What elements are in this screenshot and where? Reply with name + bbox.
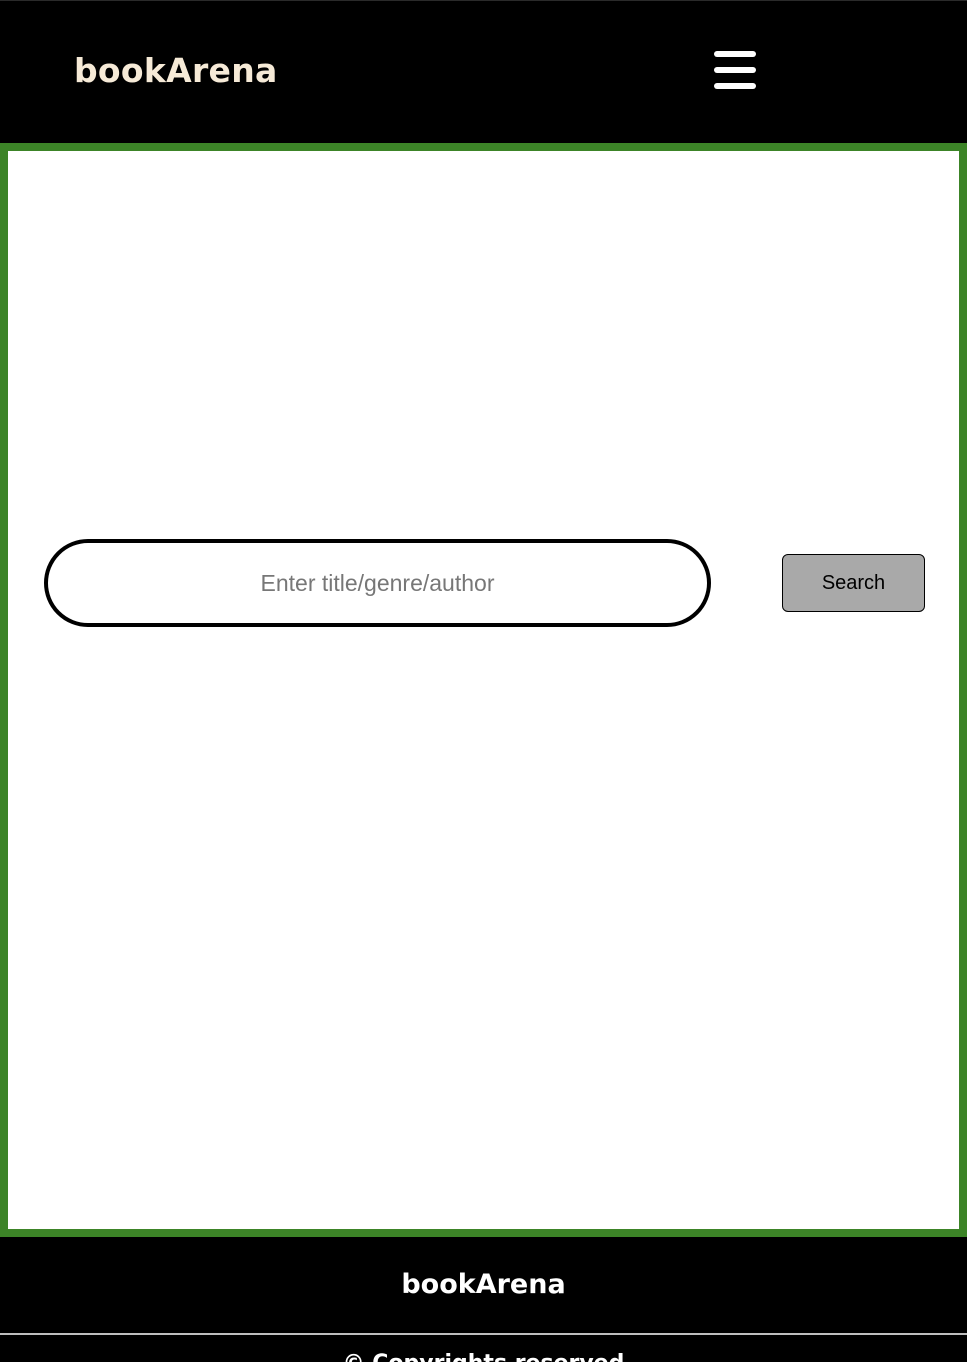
menu-bar-bottom: [714, 83, 756, 89]
search-input[interactable]: [44, 539, 711, 627]
menu-bar-middle: [714, 67, 756, 73]
main-content: [0, 143, 967, 1237]
search-button[interactable]: Search: [782, 554, 925, 612]
copyright-text: © Copyrights reserved: [0, 1351, 967, 1362]
footer: bookArena © Copyrights reserved: [0, 1237, 967, 1362]
brand-logo[interactable]: bookArena: [74, 51, 278, 91]
top-navbar: bookArena: [0, 0, 967, 143]
menu-bar-top: [714, 51, 756, 57]
footer-divider: [0, 1333, 967, 1335]
hamburger-menu-icon[interactable]: [714, 51, 756, 89]
footer-brand: bookArena: [401, 1269, 566, 1300]
